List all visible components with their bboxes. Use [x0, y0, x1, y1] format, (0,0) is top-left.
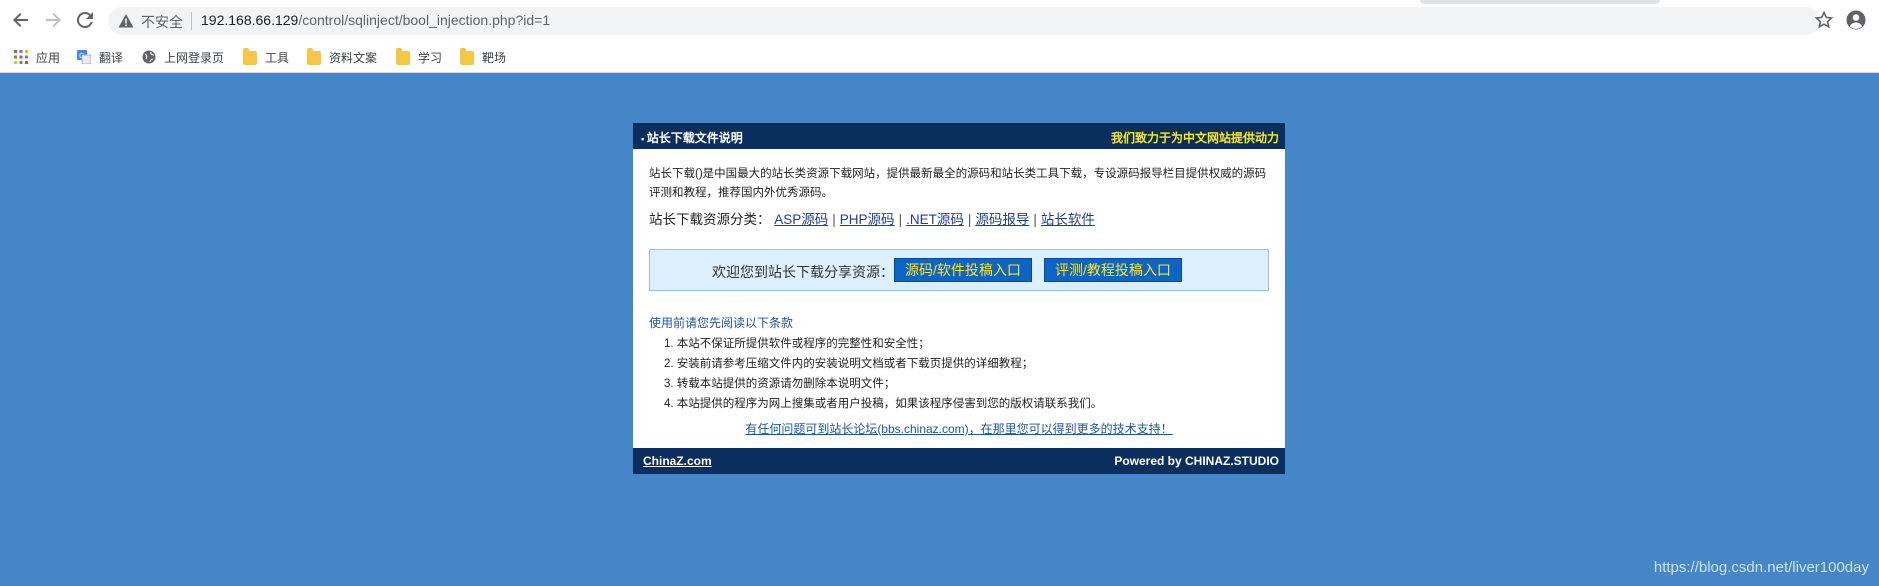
bookmark-apps[interactable]: 应用	[14, 48, 60, 66]
bookmark-label: 工具	[265, 50, 290, 65]
category-link-php[interactable]: PHP源码	[840, 212, 895, 227]
url-host: 192.168.66.129	[201, 12, 299, 28]
folder-icon	[243, 48, 257, 65]
back-button[interactable]	[9, 8, 33, 32]
bookmark-label: 翻译	[99, 50, 124, 65]
panel-title: 站长下载文件说明	[641, 129, 743, 146]
svg-text:G: G	[79, 52, 84, 60]
bookmark-star-icon[interactable]	[1814, 10, 1834, 30]
bookmark-label: 资料文案	[329, 50, 378, 65]
not-secure-warning-icon[interactable]	[118, 13, 134, 29]
panel-footer: ChinaZ.com Powered by CHINAZ.STUDIO	[633, 448, 1285, 474]
share-label: 欢迎您到站长下载分享资源：	[712, 264, 894, 280]
category-link-asp[interactable]: ASP源码	[774, 212, 828, 227]
submit-source-button[interactable]: 源码/软件投稿入口	[894, 258, 1032, 282]
category-link-source-report[interactable]: 源码报导	[975, 212, 1029, 227]
terms-item: 1. 本站不保证所提供软件或程序的完整性和安全性；	[664, 338, 930, 350]
bookmark-label: 应用	[36, 50, 61, 65]
terms-title: 使用前请您先阅读以下条款	[649, 316, 794, 330]
tab-strip-edge	[1420, 0, 1660, 4]
folder-icon	[396, 48, 410, 65]
address-separator	[191, 12, 192, 30]
translate-icon: G	[77, 50, 91, 64]
bookmark-folder-range[interactable]: 靶场	[460, 48, 506, 66]
terms-item: 4. 本站提供的程序为网上搜集或者用户投稿，如果该程序侵害到您的版权请联系我们。	[664, 398, 1103, 410]
panel-header: 站长下载文件说明 我们致力于为中文网站提供动力	[633, 123, 1285, 149]
url-path: /control/sqlinject/bool_injection.php?id…	[298, 12, 551, 28]
globe-icon	[142, 50, 156, 64]
account-avatar-icon[interactable]	[1846, 10, 1866, 30]
reload-icon	[76, 11, 93, 28]
panel-slogan: 我们致力于为中文网站提供动力	[1110, 131, 1279, 145]
resource-categories: 站长下载资源分类： ASP源码 | PHP源码 | .NET源码 | 源码报导 | 站长软件	[649, 208, 1095, 228]
forward-button[interactable]	[41, 8, 65, 32]
terms-item: 3. 转载本站提供的资源请勿删除本说明文件；	[664, 378, 896, 390]
bookmarks-bar: 应用 G 翻译 上网登录页 工具 资料文案 学习 靶场	[0, 40, 1879, 73]
bookmark-login-page[interactable]: 上网登录页	[142, 48, 224, 66]
bookmark-folder-docs[interactable]: 资料文案	[307, 48, 377, 66]
category-separator: |	[898, 212, 903, 227]
category-link-webmaster-software[interactable]: 站长软件	[1041, 212, 1095, 227]
folder-icon	[460, 48, 474, 65]
url-text[interactable]: 192.168.66.129/control/sqlinject/bool_in…	[201, 12, 550, 28]
chinaz-home-link[interactable]: ChinaZ.com	[643, 454, 712, 468]
forward-arrow-icon	[46, 13, 61, 27]
download-notice-panel: 站长下载文件说明 我们致力于为中文网站提供动力 站长下载()是中国最大的站长类资…	[633, 123, 1285, 474]
bookmark-folder-tools[interactable]: 工具	[243, 48, 289, 66]
terms-list: 1. 本站不保证所提供软件或程序的完整性和安全性； 2. 安装前请参考压缩文件内…	[664, 334, 1102, 414]
back-arrow-icon	[13, 13, 28, 27]
apps-grid-icon	[14, 50, 28, 64]
bookmark-translate[interactable]: G 翻译	[77, 48, 123, 66]
reload-button[interactable]	[73, 8, 97, 32]
category-separator: |	[832, 212, 836, 227]
category-link-dotnet[interactable]: .NET源码	[906, 212, 964, 227]
forum-help-link[interactable]: 有任何问题可到站长论坛(bbs.chinaz.com)，在那里您可以得到更多的技…	[633, 420, 1285, 437]
browser-toolbar: 不安全 192.168.66.129/control/sqlinject/boo…	[0, 0, 1879, 40]
share-resources-box: 欢迎您到站长下载分享资源： 源码/软件投稿入口 评测/教程投稿入口	[649, 249, 1269, 291]
intro-text: 站长下载()是中国最大的站长类资源下载网站，提供最新最全的源码和站长类工具下载，…	[649, 168, 1267, 199]
terms-item: 2. 安装前请参考压缩文件内的安装说明文档或者下载页提供的详细教程；	[664, 358, 1034, 370]
submit-tutorial-button[interactable]: 评测/教程投稿入口	[1044, 258, 1182, 282]
bookmark-label: 靶场	[482, 50, 507, 65]
bookmark-label: 学习	[418, 50, 443, 65]
bookmark-folder-study[interactable]: 学习	[396, 48, 442, 66]
folder-icon	[307, 48, 321, 65]
categories-label: 站长下载资源分类：	[649, 212, 771, 227]
bookmark-label: 上网登录页	[164, 50, 225, 65]
watermark-text: https://blog.csdn.net/liver100day	[1653, 559, 1869, 576]
category-separator: |	[967, 212, 972, 227]
powered-by-text: Powered by CHINAZ.STUDIO	[1114, 454, 1279, 468]
security-status-label[interactable]: 不安全	[141, 12, 183, 32]
category-separator: |	[1033, 212, 1037, 227]
